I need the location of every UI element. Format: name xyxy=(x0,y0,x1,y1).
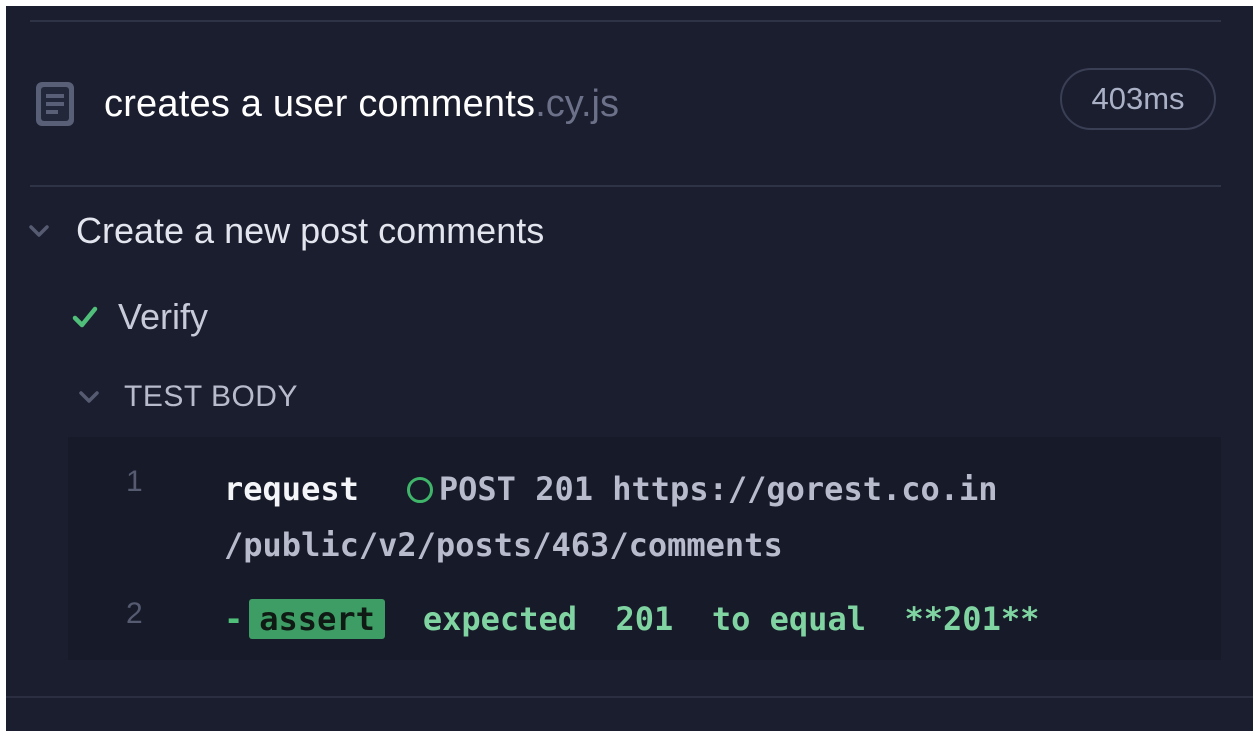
pending-circle-icon xyxy=(406,477,433,503)
command-number: 1 xyxy=(126,465,143,498)
assert-prefix: - xyxy=(224,600,244,638)
spec-runner-panel: creates a user comments .cy.js 403ms Crea… xyxy=(6,6,1253,731)
duration-badge: 403ms xyxy=(1060,68,1216,130)
test-row[interactable]: Verify xyxy=(70,296,208,338)
command-log: 1 request POST 201 https://gorest.co.in /… xyxy=(68,437,1221,660)
assert-message: expected 201 to equal **201** xyxy=(422,600,1040,638)
header-divider xyxy=(30,185,1221,187)
command-name: request xyxy=(224,470,359,508)
command-body: request POST 201 https://gorest.co.in /pu… xyxy=(224,461,1161,573)
assert-badge: assert xyxy=(249,599,385,639)
chevron-down-icon[interactable] xyxy=(76,384,102,410)
document-icon xyxy=(34,80,76,128)
spec-header[interactable]: creates a user comments .cy.js xyxy=(34,80,619,128)
suite-title: Create a new post comments xyxy=(76,210,545,251)
test-body-section-header[interactable]: TEST BODY xyxy=(76,380,298,414)
check-icon xyxy=(70,302,100,332)
spec-file-name: creates a user comments xyxy=(104,82,536,125)
command-body: - assert expected 201 to equal **201** xyxy=(224,591,1161,647)
test-title: Verify xyxy=(118,296,209,337)
bottom-divider xyxy=(6,696,1253,698)
top-divider xyxy=(30,20,1221,22)
suite-row[interactable]: Create a new post comments xyxy=(26,210,544,252)
command-number: 2 xyxy=(126,597,143,630)
section-title: TEST BODY xyxy=(124,380,298,413)
spec-file-extension: .cy.js xyxy=(535,82,619,125)
chevron-down-icon[interactable] xyxy=(26,218,52,244)
